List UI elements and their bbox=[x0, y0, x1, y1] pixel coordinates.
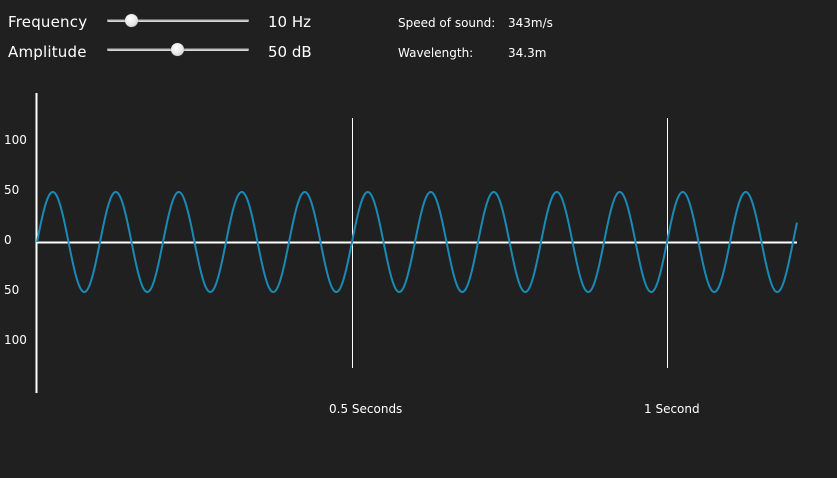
waveform-plot: 0.5 Seconds 1 Second 100 50 0 50 100 bbox=[4, 93, 798, 416]
y-tick-label: 50 bbox=[4, 283, 19, 297]
y-tick-label: 100 bbox=[4, 133, 27, 147]
time-marker-label-2: 1 Second bbox=[644, 402, 700, 416]
y-tick-label: 50 bbox=[4, 183, 19, 197]
y-tick-label: 0 bbox=[4, 233, 12, 247]
time-marker-label-1: 0.5 Seconds bbox=[329, 402, 402, 416]
y-tick-label: 100 bbox=[4, 333, 27, 347]
